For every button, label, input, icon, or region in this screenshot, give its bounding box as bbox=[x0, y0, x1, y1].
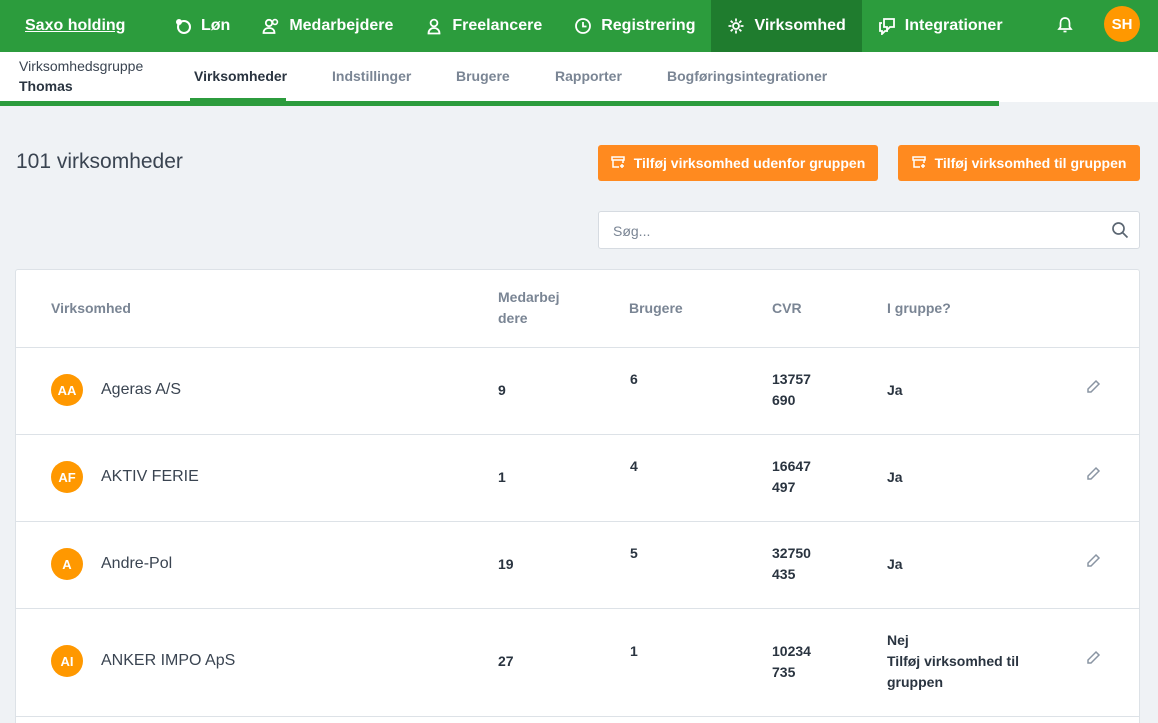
nav-item-virksomhed[interactable]: Virksomhed bbox=[711, 0, 862, 52]
in-group-status: Ja bbox=[887, 469, 903, 485]
nav-item-medarbejdere[interactable]: Medarbejdere bbox=[246, 0, 409, 52]
search-input[interactable] bbox=[613, 221, 1093, 241]
nav-item-freelancere[interactable]: Freelancere bbox=[409, 0, 558, 52]
pencil-icon[interactable] bbox=[1085, 379, 1101, 395]
nav-item-label: Medarbejdere bbox=[289, 17, 394, 34]
column-header-employees-line2[interactable]: dere bbox=[498, 308, 528, 329]
shop-add-icon bbox=[610, 155, 625, 172]
add-company-outside-group-button[interactable]: Tilføj virksomhed udenfor gruppen bbox=[598, 145, 878, 181]
row-divider bbox=[16, 521, 1139, 522]
row-divider bbox=[16, 716, 1139, 717]
cvr-line2: 690 bbox=[772, 392, 796, 408]
company-avatar: AF bbox=[51, 461, 83, 493]
green-accent-bar bbox=[0, 101, 999, 106]
pencil-icon[interactable] bbox=[1085, 466, 1101, 482]
cvr-line2: 735 bbox=[772, 664, 796, 680]
cvr-line1: 10234 bbox=[772, 643, 811, 659]
nav-item-label: Løn bbox=[201, 17, 231, 34]
column-header-users[interactable]: Brugere bbox=[629, 298, 683, 319]
sub-navigation: Virksomhedsgruppe Thomas Virksomheder In… bbox=[0, 52, 1158, 102]
nav-item-loen[interactable]: Løn bbox=[158, 0, 246, 52]
user-avatar[interactable]: SH bbox=[1104, 6, 1140, 42]
employees-count: 19 bbox=[498, 556, 514, 572]
users-count: 5 bbox=[630, 545, 638, 561]
clock-icon bbox=[574, 17, 592, 35]
gear-icon bbox=[727, 17, 745, 35]
shop-add-icon bbox=[911, 155, 926, 172]
nav-item-label: Registrering bbox=[601, 17, 696, 34]
employees-count: 9 bbox=[498, 382, 506, 398]
company-avatar: AI bbox=[51, 645, 83, 677]
button-label: Tilføj virksomhed til gruppen bbox=[934, 155, 1127, 171]
company-name[interactable]: AKTIV FERIE bbox=[101, 468, 199, 486]
employees-count: 1 bbox=[498, 469, 506, 485]
column-header-cvr[interactable]: CVR bbox=[772, 298, 802, 319]
cvr-line1: 13757 bbox=[772, 371, 811, 387]
pencil-icon[interactable] bbox=[1085, 650, 1101, 666]
in-group-status: Ja bbox=[887, 382, 903, 398]
search-icon[interactable] bbox=[1111, 221, 1129, 239]
pencil-icon[interactable] bbox=[1085, 553, 1101, 569]
company-avatar: AA bbox=[51, 374, 83, 406]
bell-icon[interactable] bbox=[1055, 15, 1075, 35]
person-icon bbox=[425, 17, 443, 35]
company-count: 101 virksomheder bbox=[16, 150, 183, 173]
cvr-line1: 16647 bbox=[772, 458, 811, 474]
column-header-employees-line1[interactable]: Medarbej bbox=[498, 287, 559, 308]
row-divider bbox=[16, 434, 1139, 435]
companies-table: Virksomhed Medarbej dere Brugere CVR I g… bbox=[15, 269, 1140, 723]
company-name[interactable]: Ageras A/S bbox=[101, 381, 181, 399]
tab-rapporter[interactable]: Rapporter bbox=[555, 68, 622, 84]
group-name[interactable]: Thomas bbox=[19, 78, 73, 94]
row-divider bbox=[16, 347, 1139, 348]
add-company-to-group-button[interactable]: Tilføj virksomhed til gruppen bbox=[898, 145, 1140, 181]
add-to-group-link-continued[interactable]: gruppen bbox=[887, 672, 943, 693]
users-count: 1 bbox=[630, 643, 638, 659]
row-divider bbox=[16, 608, 1139, 609]
cvr-line2: 435 bbox=[772, 566, 796, 582]
cvr-line1: 32750 bbox=[772, 545, 811, 561]
brand-link[interactable]: Saxo holding bbox=[25, 17, 158, 35]
button-label: Tilføj virksomhed udenfor gruppen bbox=[633, 155, 866, 171]
nav-item-label: Integrationer bbox=[904, 17, 1003, 34]
in-group-status: Nej bbox=[887, 632, 909, 648]
tab-virksomheder[interactable]: Virksomheder bbox=[194, 68, 287, 84]
users-count: 4 bbox=[630, 458, 638, 474]
nav-item-integrationer[interactable]: Integrationer bbox=[862, 0, 1019, 52]
people-icon bbox=[262, 17, 280, 35]
in-group-status: Ja bbox=[887, 556, 903, 572]
company-name[interactable]: ANKER IMPO ApS bbox=[101, 652, 235, 670]
money-icon bbox=[174, 17, 192, 35]
company-name[interactable]: Andre-Pol bbox=[101, 555, 172, 573]
tab-brugere[interactable]: Brugere bbox=[456, 68, 510, 84]
add-to-group-link[interactable]: Tilføj virksomhed til bbox=[887, 651, 1019, 672]
employees-count: 27 bbox=[498, 653, 514, 669]
nav-item-registrering[interactable]: Registrering bbox=[558, 0, 711, 52]
tab-indstillinger[interactable]: Indstillinger bbox=[332, 68, 411, 84]
tab-bogfoeringsintegrationer[interactable]: Bogføringsintegrationer bbox=[667, 68, 827, 84]
cvr-line2: 497 bbox=[772, 479, 796, 495]
company-avatar: A bbox=[51, 548, 83, 580]
users-count: 6 bbox=[630, 371, 638, 387]
nav-item-label: Freelancere bbox=[452, 17, 543, 34]
search-box bbox=[598, 211, 1140, 249]
column-header-in-group[interactable]: I gruppe? bbox=[887, 298, 951, 319]
chat-icon bbox=[878, 17, 896, 35]
group-caption: Virksomhedsgruppe bbox=[19, 58, 144, 74]
column-header-company[interactable]: Virksomhed bbox=[51, 298, 131, 319]
nav-item-label: Virksomhed bbox=[754, 17, 846, 34]
top-navigation: Saxo holding Løn Medarbejdere Freelancer… bbox=[0, 0, 1158, 52]
